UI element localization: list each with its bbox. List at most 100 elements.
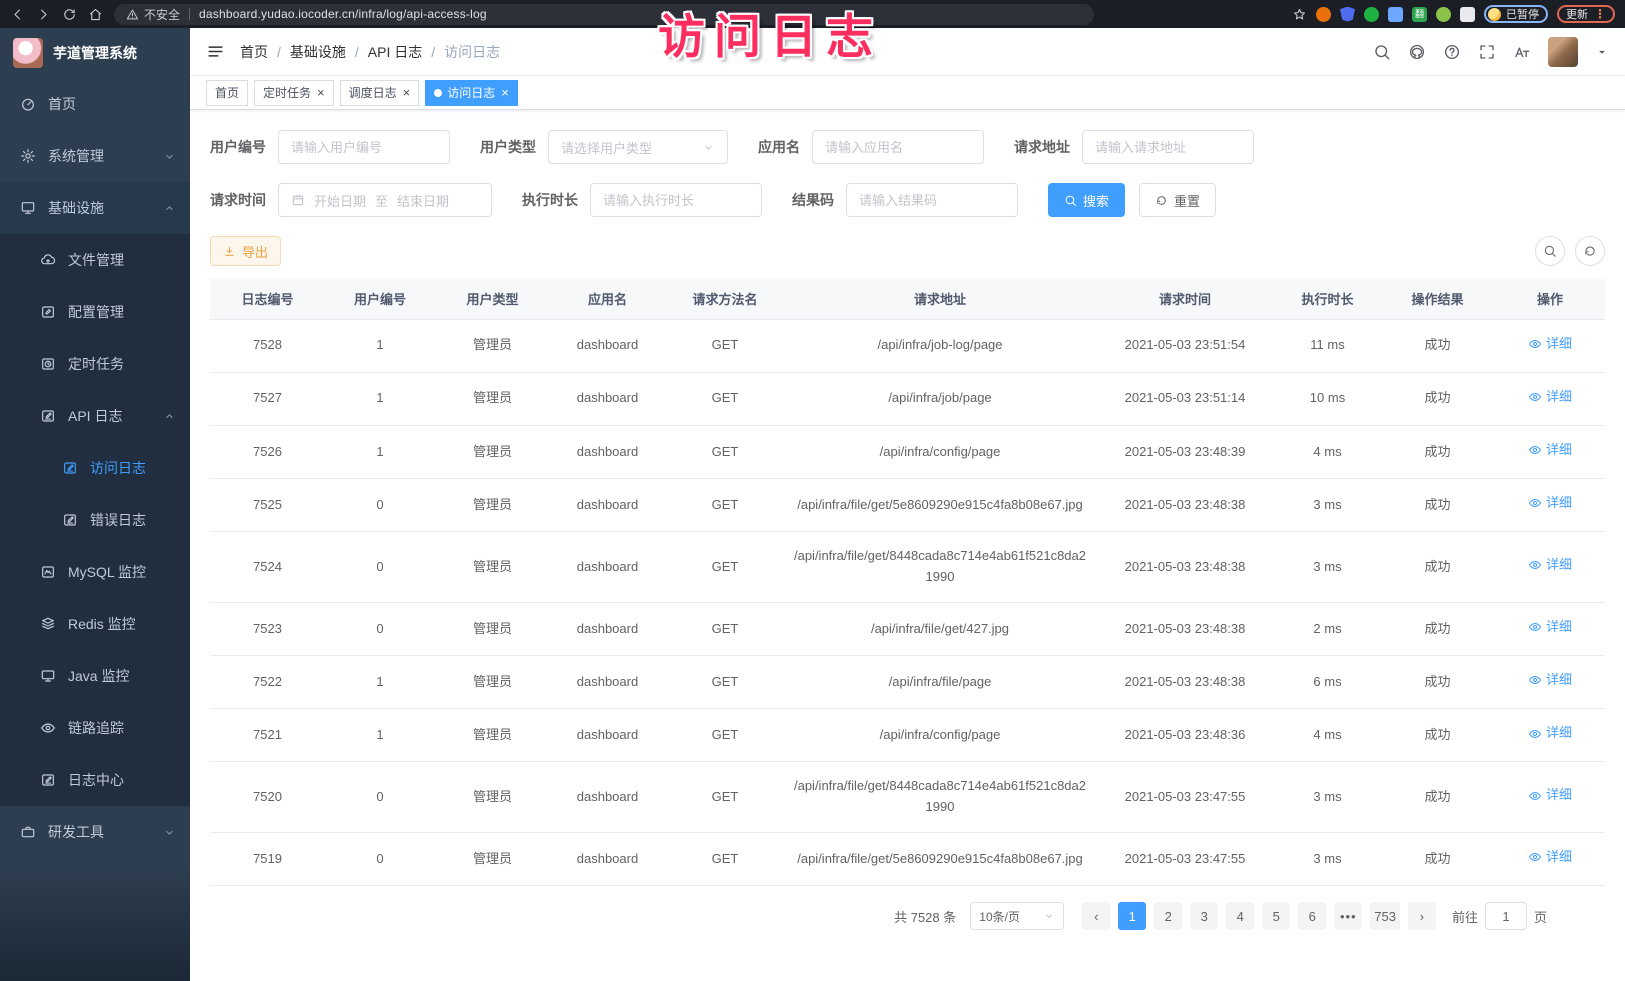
extension-green-circle-icon[interactable]: [1364, 7, 1379, 22]
sidebar-item[interactable]: 研发工具: [0, 806, 190, 858]
bookmark-star-icon[interactable]: [1292, 7, 1307, 22]
extension-puzzle-icon[interactable]: [1460, 7, 1475, 22]
page-button[interactable]: 1: [1118, 902, 1146, 930]
help-button[interactable]: [1443, 43, 1461, 61]
detail-link[interactable]: 详细: [1528, 670, 1572, 691]
sidebar-item[interactable]: Java 监控: [0, 650, 190, 702]
browser-home-button[interactable]: [88, 7, 103, 22]
breadcrumb-item[interactable]: API 日志: [368, 42, 422, 62]
detail-link[interactable]: 详细: [1528, 555, 1572, 576]
view-tab[interactable]: 定时任务×: [254, 80, 334, 106]
page-button[interactable]: 2: [1154, 902, 1182, 930]
search-button[interactable]: 搜索: [1048, 183, 1125, 217]
refresh-table-button[interactable]: [1575, 236, 1605, 266]
jump-page-input[interactable]: [1485, 902, 1527, 930]
sidebar-item[interactable]: 文件管理: [0, 234, 190, 286]
app-title: 芋道管理系统: [53, 43, 137, 63]
detail-link[interactable]: 详细: [1528, 785, 1572, 806]
cell-user-type: 管理员: [435, 656, 550, 709]
reset-button[interactable]: 重置: [1139, 183, 1216, 217]
result-code-input[interactable]: [846, 183, 1018, 217]
sidebar-item[interactable]: 配置管理: [0, 286, 190, 338]
hamburger-icon[interactable]: [206, 42, 225, 61]
extension-person-icon[interactable]: [1436, 7, 1451, 22]
view-tab[interactable]: 首页: [206, 80, 248, 106]
duration-input[interactable]: [590, 183, 762, 217]
browser-back-button[interactable]: [10, 7, 25, 22]
extension-translate-icon[interactable]: 翻: [1412, 7, 1427, 22]
sidebar-item[interactable]: 链路追踪: [0, 702, 190, 754]
sidebar-item[interactable]: 基础设施: [0, 182, 190, 234]
cell-action: 详细: [1495, 479, 1605, 532]
sidebar-item[interactable]: API 日志: [0, 390, 190, 442]
pager-ellipsis[interactable]: •••: [1334, 902, 1362, 930]
view-tab[interactable]: 调度日志×: [340, 80, 420, 106]
sidebar-item[interactable]: 错误日志: [0, 494, 190, 546]
page-button[interactable]: 5: [1262, 902, 1290, 930]
request-url-input[interactable]: [1082, 130, 1254, 164]
next-page-button[interactable]: ›: [1408, 902, 1436, 930]
cell-duration: 4 ms: [1275, 709, 1380, 762]
page-button[interactable]: 753: [1370, 902, 1400, 930]
detail-link[interactable]: 详细: [1528, 440, 1572, 461]
user-avatar[interactable]: [1548, 37, 1578, 67]
page-button[interactable]: 6: [1298, 902, 1326, 930]
search-button[interactable]: [1373, 43, 1391, 61]
detail-link[interactable]: 详细: [1528, 493, 1572, 514]
prev-page-button[interactable]: ‹: [1082, 902, 1110, 930]
extension-orange-icon[interactable]: [1316, 7, 1331, 22]
cell-action: 详细: [1495, 762, 1605, 833]
sidebar-item-label: 链路追踪: [68, 718, 124, 738]
close-icon[interactable]: ×: [402, 86, 411, 99]
github-button[interactable]: [1408, 43, 1426, 61]
logo-bar[interactable]: 芋道管理系统: [0, 28, 190, 78]
sidebar-item[interactable]: 首页: [0, 78, 190, 130]
sidebar-item[interactable]: 系统管理: [0, 130, 190, 182]
extension-shield-icon[interactable]: [1340, 7, 1355, 22]
detail-link[interactable]: 详细: [1528, 617, 1572, 638]
breadcrumb-item[interactable]: 首页: [240, 42, 268, 62]
toggle-search-button[interactable]: [1535, 236, 1565, 266]
address-bar[interactable]: 不安全 dashboard.yudao.iocoder.cn/infra/log…: [114, 4, 1094, 25]
extension-grid-icon[interactable]: [1388, 7, 1403, 22]
close-icon[interactable]: ×: [500, 86, 509, 99]
sidebar-item[interactable]: 访问日志: [0, 442, 190, 494]
column-header: 用户类型: [435, 279, 550, 319]
sidebar-item[interactable]: MySQL 监控: [0, 546, 190, 598]
user-type-select[interactable]: 请选择用户类型: [548, 130, 728, 164]
app-name-input[interactable]: [812, 130, 984, 164]
page-size-select[interactable]: 10条/页: [970, 902, 1064, 930]
date-range-picker[interactable]: 开始日期 至 结束日期: [278, 183, 492, 217]
sidebar-item[interactable]: Redis 监控: [0, 598, 190, 650]
close-icon[interactable]: ×: [316, 86, 325, 99]
font-size-button[interactable]: [1513, 43, 1531, 61]
fullscreen-button[interactable]: [1478, 43, 1496, 61]
export-button[interactable]: 导出: [210, 236, 281, 266]
export-button-label: 导出: [242, 242, 268, 261]
address-bar-divider: [189, 8, 190, 20]
cell-user-id: 0: [325, 532, 435, 603]
browser-menu-icon[interactable]: ⋮: [1594, 7, 1606, 21]
user-id-input[interactable]: [278, 130, 450, 164]
detail-link[interactable]: 详细: [1528, 334, 1572, 355]
browser-update-button[interactable]: 更新 ⋮: [1557, 5, 1615, 23]
home-icon: [88, 7, 103, 22]
browser-forward-button[interactable]: [36, 7, 51, 22]
detail-link[interactable]: 详细: [1528, 723, 1572, 744]
browser-reload-button[interactable]: [62, 7, 77, 22]
breadcrumb-item[interactable]: 基础设施: [290, 42, 346, 62]
caret-down-icon[interactable]: [1595, 45, 1609, 59]
sidebar-item-label: 首页: [48, 94, 76, 114]
view-tab[interactable]: 访问日志×: [425, 80, 518, 106]
table-row: 75200管理员dashboardGET/api/infra/file/get/…: [210, 762, 1605, 833]
calendar-icon: [291, 193, 305, 207]
security-warning[interactable]: 不安全: [126, 6, 180, 23]
page-button[interactable]: 3: [1190, 902, 1218, 930]
detail-link[interactable]: 详细: [1528, 847, 1572, 868]
detail-link[interactable]: 详细: [1528, 387, 1572, 408]
page-button[interactable]: 4: [1226, 902, 1254, 930]
sidebar-item[interactable]: 定时任务: [0, 338, 190, 390]
profile-paused-badge[interactable]: 已暂停: [1484, 5, 1548, 23]
cell-url: /api/infra/file/get/8448cada8c714e4ab61f…: [785, 532, 1095, 603]
sidebar-item[interactable]: 日志中心: [0, 754, 190, 806]
